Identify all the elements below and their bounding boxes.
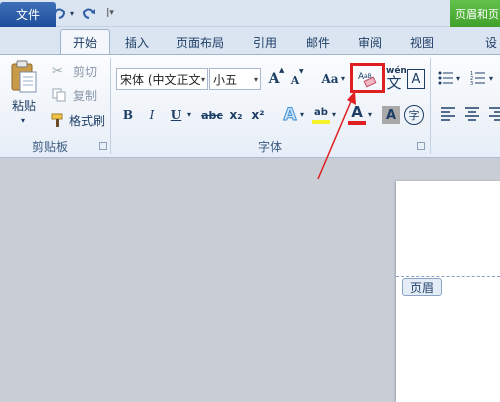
numbering-icon[interactable]: 123 [470, 70, 486, 87]
paste-button[interactable]: 粘贴 [4, 96, 44, 114]
tab-insert[interactable]: 插入 [117, 30, 157, 54]
undo-dropdown-icon[interactable]: ▾ [68, 3, 76, 23]
font-name-combo[interactable]: 宋体 (中文正文 ▾ [116, 68, 208, 90]
tab-review[interactable]: 审阅 [350, 30, 390, 54]
clipboard-group-label: 剪贴板 [31, 139, 68, 154]
font-size-value: 小五 [213, 72, 238, 87]
phonetic-guide-button[interactable]: 文 [386, 74, 402, 92]
quick-access-toolbar: W ▾ |▾ [0, 0, 500, 27]
bold-button[interactable]: B [119, 105, 137, 125]
character-border-button[interactable]: A [407, 69, 425, 89]
format-painter-icon [50, 112, 66, 128]
subscript-button[interactable]: x₂ [226, 105, 246, 125]
contextual-tab-header-footer[interactable]: 页眉和页 [450, 0, 500, 27]
tab-page-layout[interactable]: 页面布局 [168, 30, 232, 54]
group-separator [430, 58, 431, 154]
tab-view[interactable]: 视图 [402, 30, 442, 54]
cut-button[interactable]: 剪切 [67, 62, 103, 80]
tab-file[interactable]: 文件 [0, 2, 56, 27]
customize-toolbar-icon[interactable]: |▾ [103, 3, 117, 23]
paste-dropdown-icon[interactable]: ▾ [16, 114, 30, 126]
font-dialog-launcher-icon[interactable] [417, 142, 425, 150]
italic-button[interactable]: I [143, 105, 161, 125]
character-shading-button[interactable]: A [382, 106, 400, 124]
redo-icon[interactable] [80, 3, 98, 23]
grow-font-arrow-icon: ▲ [279, 66, 285, 74]
font-name-dropdown-icon: ▾ [200, 75, 205, 84]
align-right-icon[interactable] [488, 106, 500, 122]
header-boundary-line [396, 276, 500, 277]
tab-references[interactable]: 引用 [245, 30, 285, 54]
numbering-dropdown-icon: ▾ [489, 74, 494, 83]
tab-mailings[interactable]: 邮件 [298, 30, 338, 54]
text-effects-button[interactable]: A [281, 104, 299, 126]
group-separator [110, 58, 111, 154]
clipboard-dialog-launcher-icon[interactable] [99, 142, 107, 150]
format-painter-button[interactable]: 格式刷 [67, 111, 107, 129]
header-label-tag: 页眉 [402, 278, 442, 296]
bullets-dropdown-icon: ▾ [456, 74, 461, 83]
font-size-combo[interactable]: 小五 ▾ [209, 68, 261, 90]
bullets-icon[interactable] [438, 70, 454, 86]
change-case-dropdown-icon: ▾ [341, 74, 346, 83]
align-center-icon[interactable] [464, 106, 480, 122]
font-group-label: 字体 [257, 139, 282, 154]
paste-icon[interactable] [8, 60, 40, 94]
align-left-icon[interactable] [440, 106, 456, 122]
copy-icon [52, 88, 66, 102]
text-effects-dropdown-icon: ▾ [300, 110, 305, 119]
tab-home[interactable]: 开始 [60, 29, 110, 55]
tab-design[interactable]: 设 [482, 30, 500, 54]
font-name-value: 宋体 (中文正文 [120, 72, 201, 87]
shrink-font-arrow-icon: ▼ [299, 68, 304, 75]
superscript-button[interactable]: x² [248, 105, 268, 125]
annotation-arrow [317, 91, 356, 180]
strikethrough-button[interactable]: abc [200, 105, 224, 125]
font-size-dropdown-icon: ▾ [253, 75, 258, 84]
svg-text:3: 3 [470, 81, 473, 86]
underline-button[interactable]: U [167, 105, 185, 125]
underline-dropdown-icon: ▾ [187, 110, 192, 119]
scissors-icon: ✂ [52, 64, 63, 79]
copy-button[interactable]: 复制 [67, 86, 103, 104]
enclose-characters-button[interactable]: 字 [404, 105, 424, 125]
